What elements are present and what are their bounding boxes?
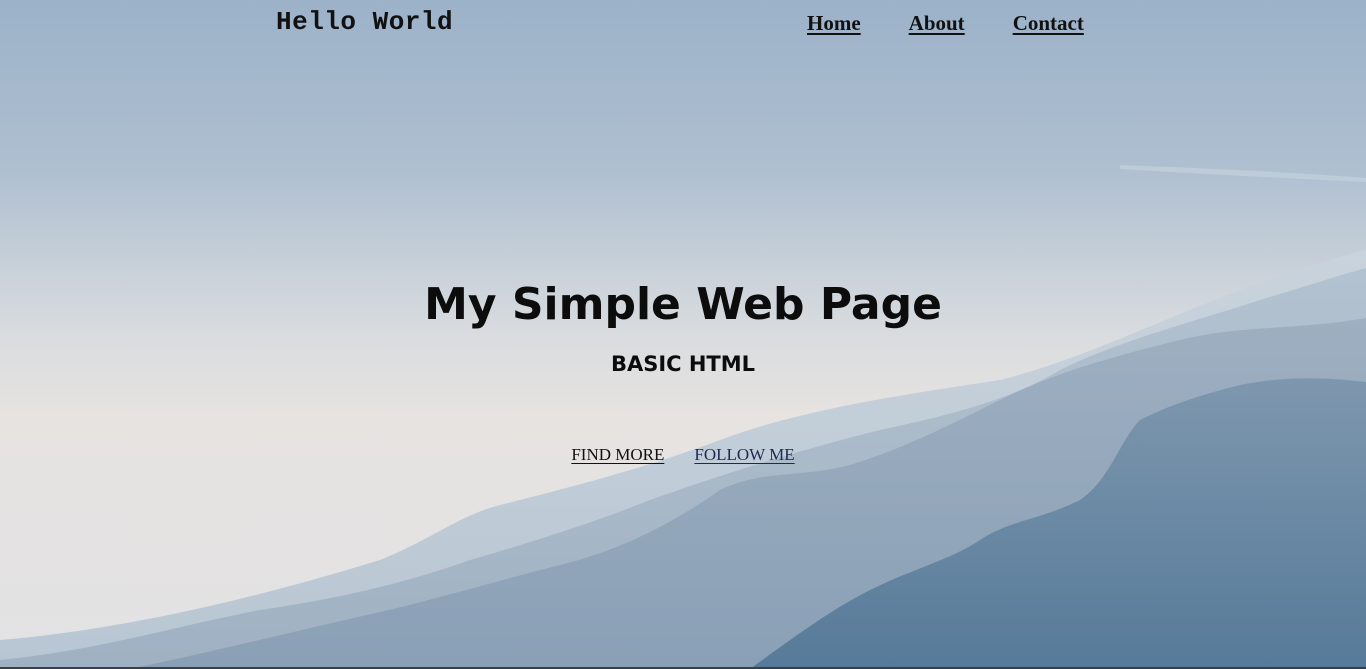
main-nav: Home About Contact bbox=[807, 11, 1084, 36]
site-header: Hello World Home About Contact bbox=[0, 0, 1366, 50]
hero-links: FIND MORE FOLLOW ME bbox=[0, 445, 1366, 465]
hero-background-image bbox=[0, 0, 1366, 669]
nav-link-home[interactable]: Home bbox=[807, 11, 861, 36]
site-brand[interactable]: Hello World bbox=[276, 7, 453, 37]
follow-me-link[interactable]: FOLLOW ME bbox=[694, 445, 794, 465]
hero-subtitle: BASIC HTML bbox=[610, 352, 756, 376]
nav-link-contact[interactable]: Contact bbox=[1013, 11, 1084, 36]
find-more-link[interactable]: FIND MORE bbox=[571, 445, 664, 465]
nav-link-about[interactable]: About bbox=[909, 11, 965, 36]
hero-title: My Simple Web Page bbox=[424, 279, 942, 330]
